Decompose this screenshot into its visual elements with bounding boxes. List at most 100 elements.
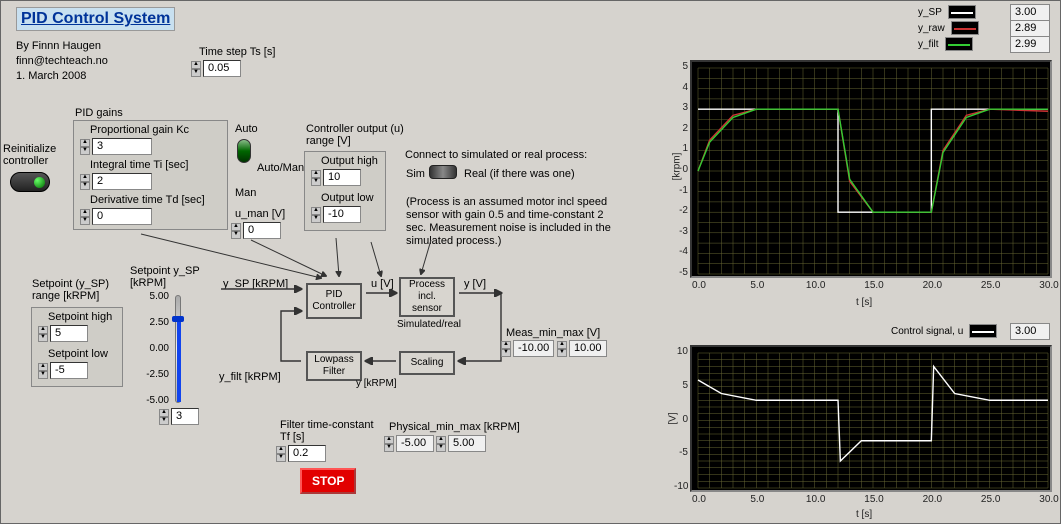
legend-value: 2.89	[1010, 20, 1050, 37]
reinitialize-button[interactable]	[10, 172, 50, 192]
legend-row: y_raw	[918, 21, 979, 35]
timestep-label: Time step Ts [s]	[199, 46, 275, 58]
output-low-value[interactable]: -10	[323, 206, 361, 223]
kc-control[interactable]: ▲▼ 3	[80, 138, 152, 155]
uman-label: u_man [V]	[235, 208, 285, 220]
spinner-icon[interactable]: ▲▼	[276, 446, 286, 462]
phys-min-control[interactable]: ▲▼ -5.00	[384, 435, 434, 452]
chart-top-xlabel: t [s]	[856, 297, 872, 308]
process-sel-label: Connect to simulated or real process:	[405, 149, 587, 161]
spinner-icon[interactable]: ▲▼	[191, 61, 201, 77]
real-label: Real (if there was one)	[464, 168, 575, 180]
slider-value-control[interactable]: ▲▼ 3	[159, 408, 199, 425]
slider-tick: 2.50	[139, 317, 169, 328]
sp-range-label: Setpoint (y_SP) range [kRPM]	[32, 278, 109, 302]
ytick: 3	[674, 102, 688, 113]
ytick: 0	[674, 414, 688, 425]
spinner-icon[interactable]: ▲▼	[38, 363, 48, 379]
td-value[interactable]: 0	[92, 208, 152, 225]
setpoint-slider[interactable]	[175, 295, 181, 403]
legend-name: y_filt	[918, 39, 939, 50]
man-label: Man	[235, 187, 256, 199]
sp-high-label: Setpoint high	[48, 311, 112, 323]
meas-max-control[interactable]: ▲▼ 10.00	[557, 340, 607, 357]
xtick: 5.0	[744, 494, 770, 505]
timestep-value[interactable]: 0.05	[203, 60, 241, 77]
ytick: -5	[674, 447, 688, 458]
slider-tick: 0.00	[139, 343, 169, 354]
ytick: -5	[674, 267, 688, 278]
spinner-icon[interactable]: ▲▼	[80, 139, 90, 155]
stop-button[interactable]: STOP	[300, 468, 356, 494]
output-high-value[interactable]: 10	[323, 169, 361, 186]
pid-gains-group: Proportional gain Kc ▲▼ 3 Integral time …	[73, 120, 228, 230]
automan-label: Auto/Man?	[257, 162, 310, 174]
legend-row: y_SP	[918, 5, 976, 19]
spinner-icon[interactable]: ▲▼	[311, 207, 321, 223]
td-control[interactable]: ▲▼ 0	[80, 208, 152, 225]
sp-low-value[interactable]: -5	[50, 362, 88, 379]
spinner-icon[interactable]: ▲▼	[159, 409, 169, 425]
phys-max[interactable]: 5.00	[448, 435, 486, 452]
spinner-icon[interactable]: ▲▼	[80, 174, 90, 190]
xtick: 15.0	[861, 280, 887, 291]
ti-label: Integral time Ti [sec]	[90, 159, 188, 171]
ti-value[interactable]: 2	[92, 173, 152, 190]
kc-label: Proportional gain Kc	[90, 124, 189, 136]
legend-swatch	[945, 37, 973, 51]
sim-real-switch[interactable]	[429, 165, 457, 179]
xtick: 10.0	[803, 494, 829, 505]
output-high-control[interactable]: ▲▼ 10	[311, 169, 361, 186]
spinner-icon[interactable]: ▲▼	[501, 341, 511, 357]
spinner-icon[interactable]: ▲▼	[384, 436, 394, 452]
meas-max[interactable]: 10.00	[569, 340, 607, 357]
spinner-icon[interactable]: ▲▼	[311, 170, 321, 186]
ytick: -1	[674, 185, 688, 196]
ytick: -2	[674, 205, 688, 216]
timestep-control[interactable]: ▲▼ 0.05	[191, 60, 241, 77]
filter-tc-value[interactable]: 0.2	[288, 445, 326, 462]
legend-value: 2.99	[1010, 36, 1050, 53]
reinit-label: Reinitialize controller	[3, 143, 56, 167]
xtick: 25.0	[978, 494, 1004, 505]
slider-tick: -2.50	[139, 369, 169, 380]
slider-value[interactable]: 3	[171, 408, 199, 425]
spinner-icon[interactable]: ▲▼	[557, 341, 567, 357]
ti-control[interactable]: ▲▼ 2	[80, 173, 152, 190]
meas-label: Meas_min_max [V]	[506, 327, 600, 339]
meas-min-control[interactable]: ▲▼ -10.00	[501, 340, 554, 357]
filter-tc-control[interactable]: ▲▼ 0.2	[276, 445, 326, 462]
ytick: 2	[674, 123, 688, 134]
xtick: 0.0	[686, 494, 712, 505]
xtick: 0.0	[686, 280, 712, 291]
ytick: -10	[674, 481, 688, 492]
date-line: 1. March 2008	[16, 69, 108, 84]
legend-name: Control signal, u	[891, 326, 963, 337]
auto-man-toggle[interactable]	[237, 139, 251, 163]
sp-high-value[interactable]: 5	[50, 325, 88, 342]
page-title: PID Control System	[16, 7, 175, 31]
xtick: 5.0	[744, 280, 770, 291]
diagram-wiring	[201, 271, 521, 401]
meas-min[interactable]: -10.00	[513, 340, 554, 357]
chart-bottom[interactable]	[690, 345, 1052, 492]
sp-high-control[interactable]: ▲▼ 5	[38, 325, 88, 342]
sp-low-control[interactable]: ▲▼ -5	[38, 362, 88, 379]
urange-label: Controller output (u) range [V]	[306, 123, 404, 147]
spinner-icon[interactable]: ▲▼	[80, 209, 90, 225]
slider-tick: 5.00	[139, 291, 169, 302]
author-line: By Finnn Haugen	[16, 39, 108, 54]
spinner-icon[interactable]: ▲▼	[38, 326, 48, 342]
sp-low-label: Setpoint low	[48, 348, 108, 360]
xtick: 10.0	[803, 280, 829, 291]
kc-value[interactable]: 3	[92, 138, 152, 155]
chart-top[interactable]	[690, 60, 1052, 278]
ytick: 4	[674, 82, 688, 93]
xtick: 25.0	[978, 280, 1004, 291]
sim-label: Sim	[406, 168, 425, 180]
spinner-icon[interactable]: ▲▼	[436, 436, 446, 452]
phys-min[interactable]: -5.00	[396, 435, 434, 452]
phys-max-control[interactable]: ▲▼ 5.00	[436, 435, 486, 452]
output-low-control[interactable]: ▲▼ -10	[311, 206, 361, 223]
xtick: 30.0	[1036, 280, 1061, 291]
